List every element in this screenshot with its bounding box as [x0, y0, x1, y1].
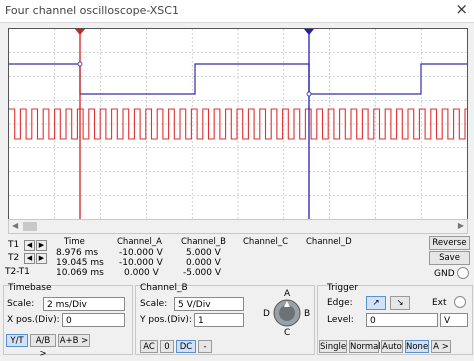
timebase-title: Timebase	[8, 283, 52, 293]
level-unit-field[interactable]: V	[440, 313, 468, 327]
channel-title: Channel_B	[140, 283, 188, 293]
t2-channel-b: 0.000 V	[186, 258, 221, 268]
scope-display	[8, 28, 468, 220]
timebase-scale-label: Scale:	[7, 299, 35, 309]
header-time: Time	[64, 237, 85, 247]
channel-scale-field[interactable]: 5 V/Div	[174, 297, 244, 311]
t2-t1-channel-a: 0.000 V	[124, 268, 159, 278]
t2-t1-channel-b: -5.000 V	[183, 268, 222, 278]
trigger-title: Trigger	[327, 283, 359, 293]
header-channel-a: Channel_A	[117, 237, 162, 247]
close-icon[interactable]: ×	[455, 0, 468, 18]
invert-button[interactable]: -	[198, 340, 212, 353]
scroll-right-icon[interactable]: ▶	[458, 221, 464, 230]
ab-mode-button[interactable]: A/B >	[30, 334, 56, 359]
x-pos-label: X pos.(Div):	[7, 315, 60, 325]
t1-channel-b: 5.000 V	[186, 248, 221, 258]
row-label-t1: T1	[8, 240, 20, 250]
scroll-left-icon[interactable]: ◀	[12, 221, 18, 230]
reverse-button[interactable]: Reverse	[429, 236, 470, 250]
x-pos-field[interactable]: 0	[62, 313, 125, 327]
row-label-t2: T2	[8, 253, 20, 263]
t2-time: 19.045 ms	[56, 258, 104, 268]
knob-letter-d: D	[263, 309, 270, 319]
t1-left-arrow-icon[interactable]: ◀	[24, 240, 35, 251]
zero-coupling-button[interactable]: 0	[160, 340, 174, 353]
header-channel-c: Channel_C	[243, 237, 289, 247]
single-trigger-button[interactable]: Single	[319, 340, 347, 353]
save-button[interactable]: Save	[429, 251, 470, 265]
cursor-2-marker	[304, 29, 314, 35]
cursor-1-point	[77, 61, 83, 67]
normal-trigger-button[interactable]: Normal	[349, 340, 381, 353]
falling-edge-icon[interactable]: ↘	[390, 296, 410, 310]
row-label-t2-t1: T2-T1	[5, 267, 30, 277]
timebase-scale-field[interactable]: 2 ms/Div	[43, 297, 125, 311]
y-pos-field[interactable]: 1	[194, 313, 244, 327]
header-channel-d: Channel_D	[306, 237, 352, 247]
ext-terminal-icon[interactable]	[454, 296, 466, 308]
edge-label: Edge:	[327, 298, 353, 308]
t1-time: 8.976 ms	[56, 248, 99, 258]
trigger-source-button[interactable]: A >	[431, 340, 451, 353]
ext-label: Ext	[432, 298, 447, 308]
a-plus-b-mode-button[interactable]: A+B >	[58, 334, 90, 347]
y-pos-label: Y pos.(Div):	[140, 315, 192, 325]
window-title: Four channel oscilloscope-XSC1	[5, 4, 179, 17]
knob-letter-c: C	[284, 328, 291, 338]
rising-edge-icon[interactable]: ↗	[366, 296, 386, 310]
t1-channel-a: -10.000 V	[119, 248, 163, 258]
title-bar: Four channel oscilloscope-XSC1 ×	[0, 0, 474, 23]
knob-letter-b: B	[304, 309, 311, 319]
cursor-1-marker	[75, 29, 85, 35]
header-channel-b: Channel_B	[181, 237, 226, 247]
t2-left-arrow-icon[interactable]: ◀	[24, 253, 35, 264]
channel-scale-label: Scale:	[140, 299, 168, 309]
level-label: Level:	[327, 315, 354, 325]
channel-select-knob-icon[interactable]	[272, 298, 302, 328]
gnd-label: GND	[434, 269, 455, 279]
level-field[interactable]: 0	[366, 313, 438, 327]
auto-trigger-button[interactable]: Auto	[381, 340, 403, 353]
waveform-plot	[9, 29, 467, 219]
t2-right-arrow-icon[interactable]: ▶	[36, 253, 47, 264]
none-trigger-button[interactable]: None	[405, 340, 429, 353]
scroll-thumb[interactable]	[23, 222, 37, 231]
t2-channel-a: -10.000 V	[119, 258, 163, 268]
cursor-2-point	[306, 91, 312, 97]
horizontal-scrollbar[interactable]: ◀ ▶	[8, 219, 468, 234]
gnd-terminal-icon[interactable]	[457, 267, 469, 279]
ac-coupling-button[interactable]: AC	[140, 340, 158, 353]
t1-right-arrow-icon[interactable]: ▶	[36, 240, 47, 251]
yt-mode-button[interactable]: Y/T	[6, 334, 28, 347]
t2-t1-time: 10.069 ms	[56, 268, 104, 278]
dc-coupling-button[interactable]: DC	[176, 340, 196, 353]
